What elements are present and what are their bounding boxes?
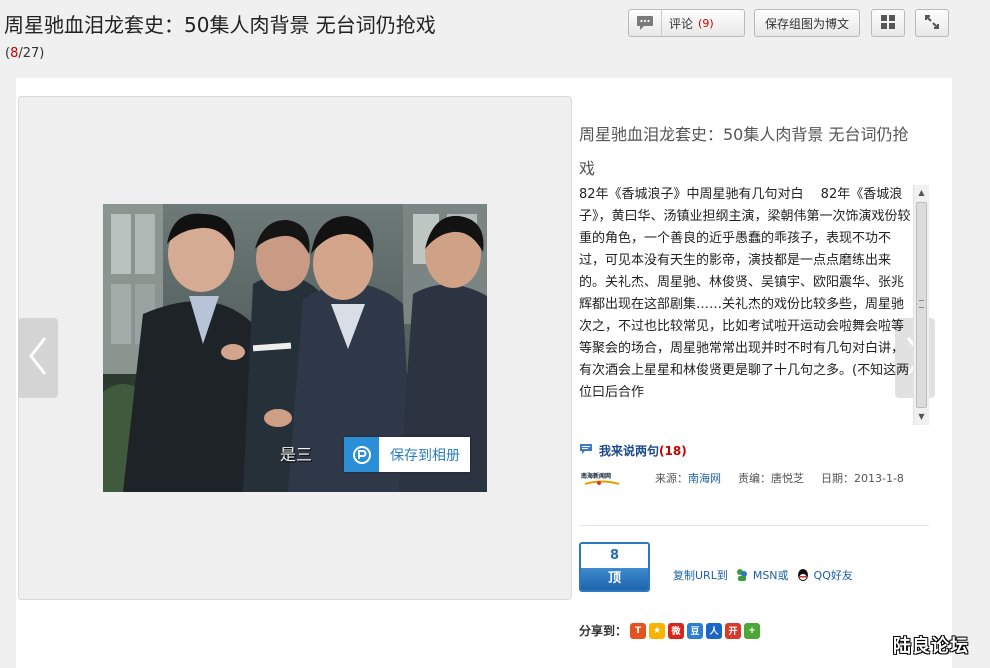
comment-label: 评论 bbox=[669, 16, 694, 31]
publish-date: 2013-1-8 bbox=[854, 471, 904, 485]
total-photo-count: 27 bbox=[22, 46, 40, 61]
copy-url-link[interactable]: 复制URL到 bbox=[673, 567, 728, 583]
scroll-down-arrow[interactable]: ▼ bbox=[914, 409, 929, 425]
more-share-icon[interactable]: + bbox=[744, 622, 761, 639]
speech-bubble-icon bbox=[629, 10, 662, 36]
msn-icon bbox=[735, 568, 749, 582]
article-meta: 南海新闻网 来源： 南海网 责编： 唐悦芝 日期： 2013-1-8 bbox=[579, 468, 929, 488]
fullscreen-button[interactable] bbox=[915, 9, 949, 37]
previous-photo-button[interactable] bbox=[18, 318, 58, 398]
save-to-album-button[interactable]: 保存到相册 bbox=[344, 437, 470, 472]
editor-name: 唐悦芝 bbox=[771, 472, 804, 485]
album-icon bbox=[344, 437, 379, 472]
fullscreen-icon bbox=[924, 14, 940, 33]
save-as-blog-button[interactable]: 保存组图为博文 bbox=[754, 9, 860, 37]
article-scrollbar[interactable]: ▲ ▼ bbox=[913, 185, 929, 425]
upvote-count: 8 bbox=[581, 544, 648, 568]
upvote-button[interactable]: 8 顶 bbox=[579, 542, 650, 592]
kaixin-icon[interactable]: 开 bbox=[725, 622, 742, 639]
svg-text:南海新闻网: 南海新闻网 bbox=[581, 472, 611, 480]
comment-link[interactable]: 我来说两句 (18) bbox=[579, 442, 687, 459]
source-link[interactable]: 南海网 bbox=[688, 470, 721, 486]
say-two-words-label: 我来说两句 bbox=[599, 444, 660, 458]
grid-view-button[interactable] bbox=[871, 9, 905, 37]
comment-button[interactable]: 评论 (9) bbox=[628, 9, 745, 37]
source-label: 来源： bbox=[655, 472, 688, 485]
douban-icon[interactable]: 豆 bbox=[687, 622, 704, 639]
comment-total-count: (18) bbox=[659, 443, 687, 458]
scroll-up-arrow[interactable]: ▲ bbox=[914, 185, 929, 201]
article-body: 82年《香城浪子》中周星驰有几句对白 82年《香城浪子》，黄曰华、汤镇业担纲主演… bbox=[579, 187, 911, 400]
comment-icon bbox=[579, 443, 593, 458]
article-title: 周星驰血泪龙套史：50集人肉背景 无台词仍抢戏 bbox=[579, 125, 909, 178]
forum-watermark: 陆良论坛 bbox=[893, 636, 969, 657]
scroll-thumb[interactable] bbox=[916, 202, 927, 408]
share-bar: 分享到： T ★ 微 豆 人 开 + bbox=[579, 622, 763, 639]
copy-url-links: 复制URL到 MSN或 QQ好友 bbox=[673, 567, 853, 583]
divider bbox=[579, 525, 929, 526]
renren-icon[interactable]: 人 bbox=[706, 622, 723, 639]
photo-counter: (8/27) bbox=[5, 46, 45, 61]
save-to-album-label: 保存到相册 bbox=[390, 447, 460, 464]
qq-icon bbox=[796, 568, 810, 582]
qq-link[interactable]: QQ好友 bbox=[814, 567, 853, 583]
comment-count: (9) bbox=[698, 16, 714, 30]
grid-icon bbox=[880, 14, 896, 33]
page-title: 周星驰血泪龙套史：50集人肉背景 无台词仍抢戏 bbox=[4, 13, 436, 37]
date-label: 日期： bbox=[821, 472, 854, 485]
share-to-label: 分享到： bbox=[579, 624, 628, 638]
tencent-weibo-icon[interactable]: T bbox=[630, 622, 647, 639]
photo-subtitle: 是三 bbox=[280, 445, 313, 464]
chevron-left-icon bbox=[27, 334, 49, 382]
sina-weibo-icon[interactable]: 微 bbox=[668, 622, 685, 639]
current-photo-index: 8 bbox=[10, 46, 19, 61]
qzone-icon[interactable]: ★ bbox=[649, 622, 666, 639]
editor-label: 责编： bbox=[738, 472, 771, 485]
nanhai-net-logo: 南海新闻网 bbox=[579, 469, 625, 487]
upvote-label: 顶 bbox=[581, 568, 648, 590]
msn-link[interactable]: MSN或 bbox=[753, 567, 789, 583]
